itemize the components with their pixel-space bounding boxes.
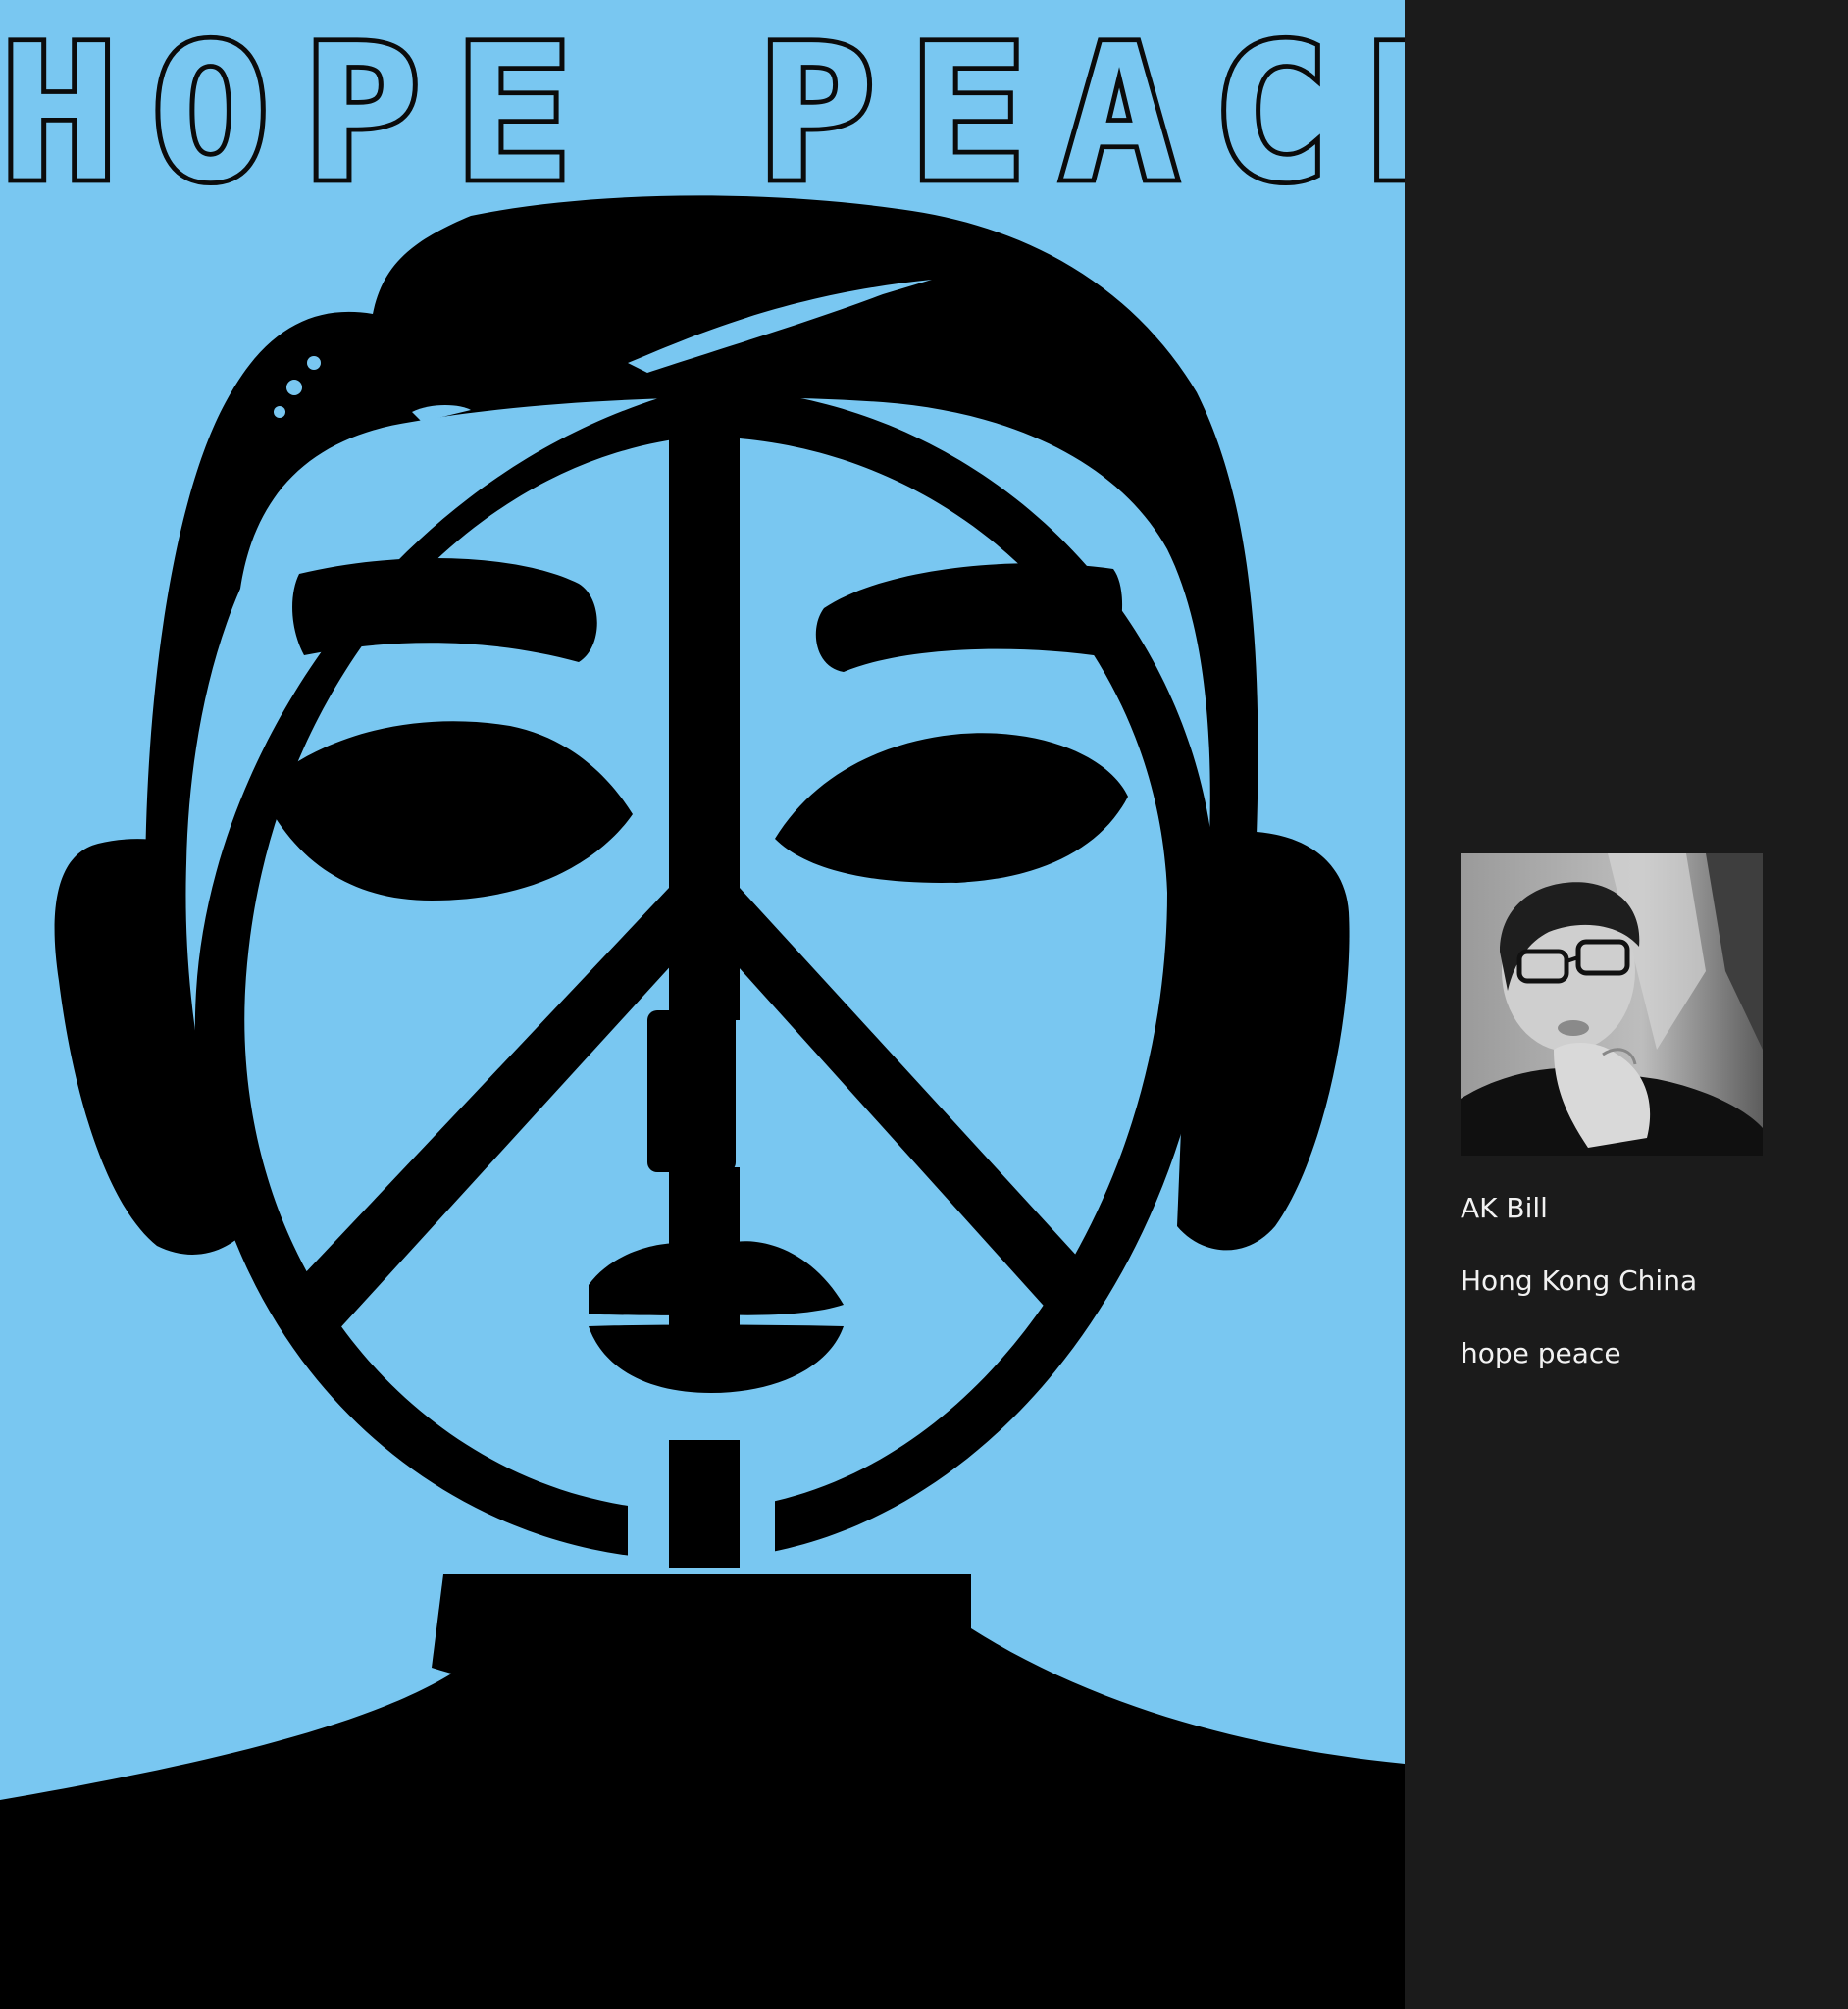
profile-photo-icon [1461,853,1763,1156]
artwork-page: HOPE PEACE AK Bill Hong Kong China hope … [0,0,1848,2009]
chin-bar [669,1440,740,1568]
nose [647,1010,736,1172]
left-pupil [385,746,522,883]
artist-info-panel: AK Bill Hong Kong China hope peace [1405,0,1848,2009]
right-pupil [888,746,1025,883]
artist-name: AK Bill [1461,1192,1548,1224]
poster-artwork: HOPE PEACE [0,0,1405,2009]
peace-face-illustration [0,195,1405,2009]
artist-avatar[interactable] [1461,853,1763,1156]
collar [432,1574,971,1705]
artist-location: Hong Kong China [1461,1264,1698,1297]
poster-title: HOPE PEACE [0,5,1405,224]
artwork-title: hope peace [1461,1337,1621,1369]
